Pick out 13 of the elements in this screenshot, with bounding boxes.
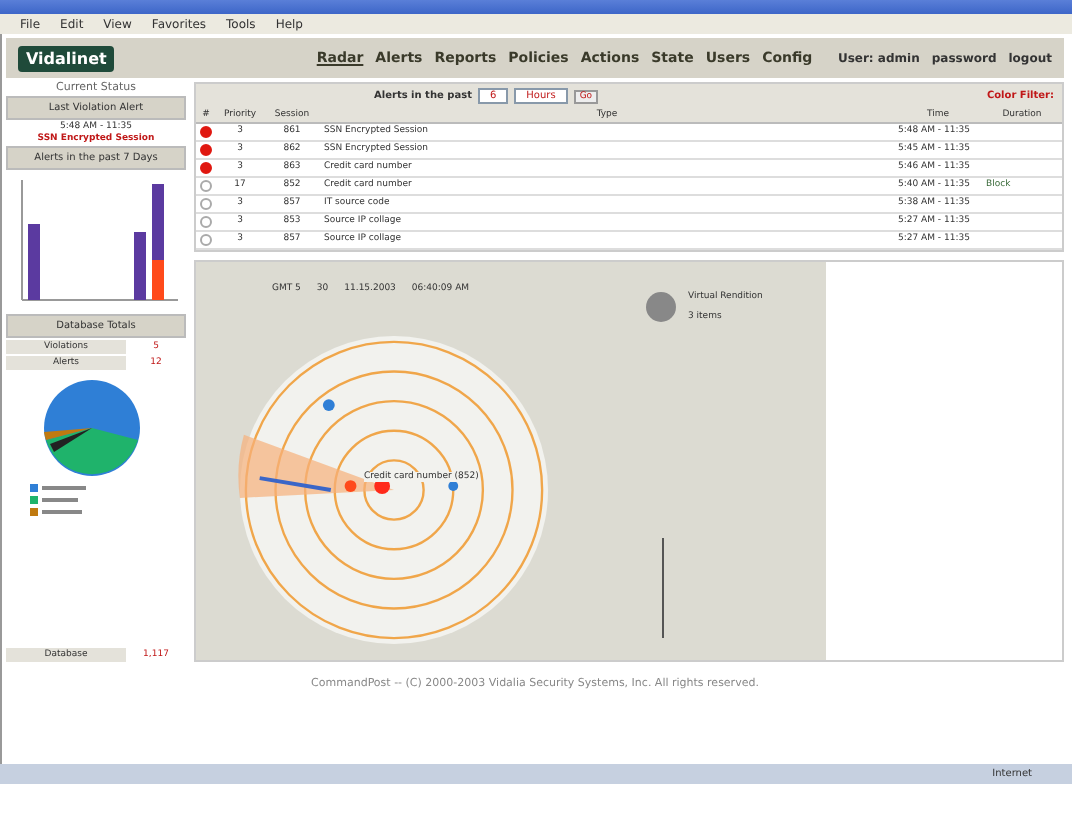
flag-icon[interactable]: [200, 144, 212, 156]
table-cell: [982, 214, 1062, 232]
flag-icon[interactable]: [200, 216, 212, 228]
legend-dot-icon: [646, 292, 676, 322]
flag-icon[interactable]: [200, 162, 212, 174]
logo[interactable]: Vidalinet: [18, 45, 115, 71]
flag-icon[interactable]: [200, 234, 212, 246]
table-cell: [982, 124, 1062, 142]
flag-icon[interactable]: [200, 198, 212, 210]
table-cell: [982, 232, 1062, 250]
flag-icon[interactable]: [200, 126, 212, 138]
flag-icon[interactable]: [200, 180, 212, 192]
table-cell: [982, 142, 1062, 160]
